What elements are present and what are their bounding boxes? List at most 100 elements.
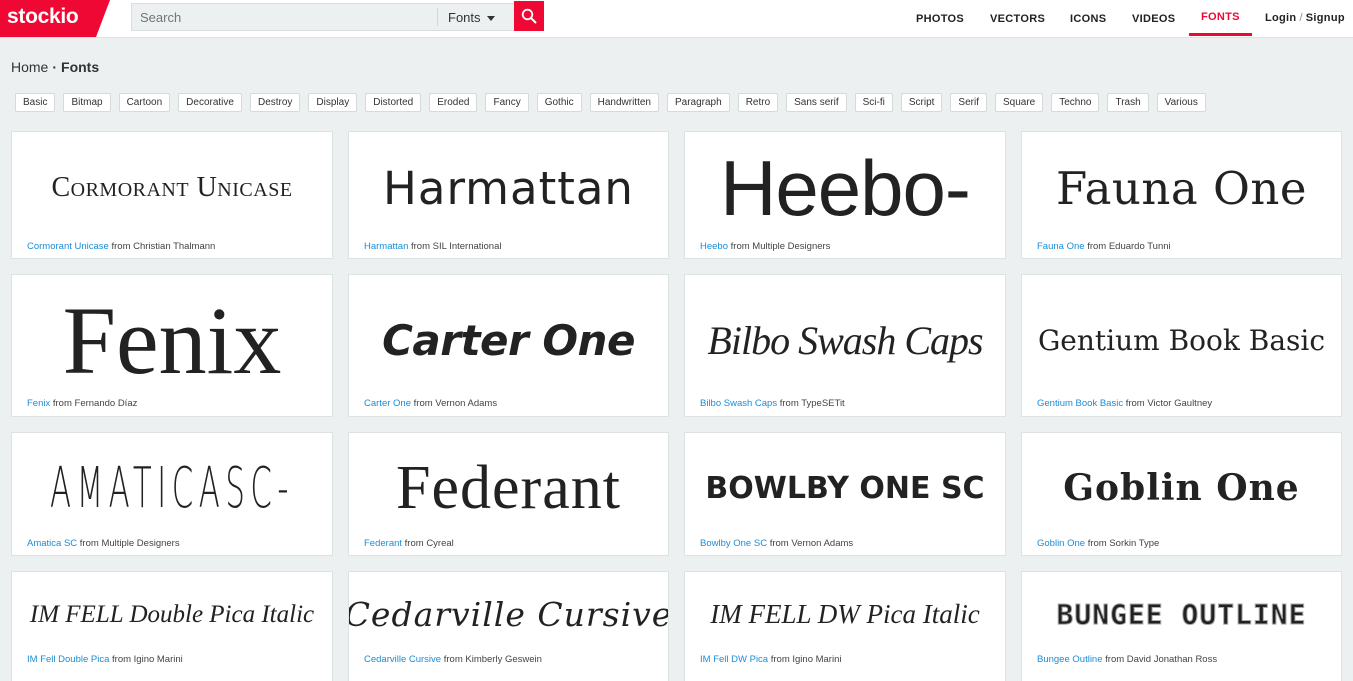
font-card-cedarville-cursive[interactable]: Cedarville Cursive Cedarville Cursive fr… [348, 571, 669, 681]
tag-techno[interactable]: Techno [1051, 93, 1100, 112]
font-card-harmattan[interactable]: Harmattan Harmattan from SIL Internation… [348, 131, 669, 259]
font-preview: BOWLBY ONE SC [705, 470, 985, 506]
font-name-link[interactable]: IM Fell DW Pica [700, 654, 768, 665]
font-preview: Fauna One [1055, 161, 1308, 215]
breadcrumb-home[interactable]: Home [11, 59, 48, 75]
font-author: Vernon Adams [435, 398, 498, 409]
font-author: TypeSETit [801, 398, 845, 409]
search-button[interactable] [514, 1, 544, 31]
tag-decorative[interactable]: Decorative [178, 93, 242, 112]
font-card-cormorant-unicase[interactable]: Cormorant Unicase Cormorant Unicase from… [11, 131, 333, 259]
font-from: from [769, 538, 789, 549]
font-caption: Bungee Outline from David Jonathan Ross [1037, 654, 1217, 665]
font-card-gentium-book-basic[interactable]: Gentium Book Basic Gentium Book Basic fr… [1021, 274, 1342, 417]
tag-basic[interactable]: Basic [15, 93, 56, 112]
font-name-link[interactable]: Bilbo Swash Caps [700, 398, 777, 409]
font-card-fauna-one[interactable]: Fauna One Fauna One from Eduardo Tunni [1021, 131, 1342, 259]
font-caption: Bilbo Swash Caps from TypeSETit [700, 398, 845, 409]
font-name-link[interactable]: Harmattan [364, 241, 408, 252]
nav-videos[interactable]: VIDEOS [1132, 0, 1175, 37]
font-card-bilbo-swash-caps[interactable]: Bilbo Swash Caps Bilbo Swash Caps from T… [684, 274, 1006, 417]
font-caption: Harmattan from SIL International [364, 241, 501, 252]
font-card-heebo[interactable]: Heebo- Heebo from Multiple Designers [684, 131, 1006, 259]
font-caption: Cormorant Unicase from Christian Thalman… [27, 241, 215, 252]
font-author: Multiple Designers [101, 538, 180, 549]
font-author: Igino Marini [133, 654, 183, 665]
tag-trash[interactable]: Trash [1107, 93, 1149, 112]
search-input[interactable] [132, 4, 437, 30]
tag-square[interactable]: Square [994, 93, 1044, 112]
tag-distorted[interactable]: Distorted [365, 93, 422, 112]
font-preview: Cedarville Cursive [348, 595, 669, 634]
font-name-link[interactable]: Cormorant Unicase [27, 241, 109, 252]
font-name-link[interactable]: Carter One [364, 398, 411, 409]
tag-bitmap[interactable]: Bitmap [63, 93, 111, 112]
font-preview: IM FELL DW Pica Italic [710, 599, 980, 629]
font-card-bowlby-one-sc[interactable]: BOWLBY ONE SC Bowlby One SC from Vernon … [684, 432, 1006, 556]
font-name-link[interactable]: Federant [364, 538, 402, 549]
font-author: Kimberly Geswein [465, 654, 542, 665]
font-preview: BUNGEE OUTLINE [1056, 598, 1307, 632]
font-name-link[interactable]: Goblin One [1037, 538, 1085, 549]
font-card-carter-one[interactable]: Carter One Carter One from Vernon Adams [348, 274, 669, 417]
nav-icons[interactable]: ICONS [1070, 0, 1106, 37]
font-author: Eduardo Tunni [1108, 241, 1171, 252]
font-from: from [52, 398, 72, 409]
tag-sans-serif[interactable]: Sans serif [786, 93, 847, 112]
font-card-amatica-sc[interactable]: AMATICASC- Amatica SC from Multiple Desi… [11, 432, 333, 556]
signup-link[interactable]: Signup [1306, 12, 1345, 24]
tag-retro[interactable]: Retro [737, 93, 779, 112]
top-bar: stockio Fonts PHOTOS VECTORS ICONS VIDEO… [0, 0, 1353, 38]
search-divider [437, 8, 438, 26]
font-preview: Gentium Book Basic [1037, 323, 1326, 357]
font-name-link[interactable]: Fauna One [1037, 241, 1085, 252]
font-card-im-fell-dw-pica[interactable]: IM FELL DW Pica Italic IM Fell DW Pica f… [684, 571, 1006, 681]
font-preview: Goblin One [1063, 467, 1300, 509]
font-card-federant[interactable]: Federant Federant from Cyreal [348, 432, 669, 556]
font-card-fenix[interactable]: Fenix Fenix from Fernando Díaz [11, 274, 333, 417]
font-name-link[interactable]: Fenix [27, 398, 50, 409]
tag-destroy[interactable]: Destroy [249, 93, 301, 112]
font-caption: IM Fell DW Pica from Igino Marini [700, 654, 841, 665]
breadcrumb: Home · Fonts [11, 59, 99, 75]
caret-down-icon[interactable] [487, 16, 495, 21]
font-author: SIL International [432, 241, 502, 252]
font-name-link[interactable]: Amatica SC [27, 538, 77, 549]
tag-gothic[interactable]: Gothic [536, 93, 582, 112]
tag-eroded[interactable]: Eroded [429, 93, 478, 112]
search-bar: Fonts [131, 3, 515, 31]
font-name-link[interactable]: Bowlby One SC [700, 538, 767, 549]
auth-separator: / [1299, 12, 1303, 24]
font-name-link[interactable]: Gentium Book Basic [1037, 398, 1123, 409]
tag-serif[interactable]: Serif [950, 93, 987, 112]
font-author: Cyreal [426, 538, 454, 549]
font-card-im-fell-double-pica[interactable]: IM FELL Double Pica Italic IM Fell Doubl… [11, 571, 333, 681]
tag-handwritten[interactable]: Handwritten [589, 93, 659, 112]
font-author: Christian Thalmann [133, 241, 216, 252]
tag-paragraph[interactable]: Paragraph [666, 93, 730, 112]
tag-cartoon[interactable]: Cartoon [118, 93, 171, 112]
nav-photos[interactable]: PHOTOS [916, 0, 964, 37]
tag-fancy[interactable]: Fancy [485, 93, 529, 112]
font-name-link[interactable]: Bungee Outline [1037, 654, 1103, 665]
nav-fonts[interactable]: FONTS [1189, 0, 1252, 36]
font-caption: Federant from Cyreal [364, 538, 454, 549]
nav-vectors[interactable]: VECTORS [990, 0, 1045, 37]
tag-display[interactable]: Display [308, 93, 358, 112]
login-link[interactable]: Login [1265, 12, 1296, 24]
tag-sci-fi[interactable]: Sci-fi [854, 93, 893, 112]
font-author: David Jonathan Ross [1126, 654, 1218, 665]
search-type-dropdown[interactable]: Fonts [448, 10, 481, 25]
font-caption: Gentium Book Basic from Victor Gaultney [1037, 398, 1212, 409]
font-name-link[interactable]: IM Fell Double Pica [27, 654, 109, 665]
font-author: Igino Marini [792, 654, 842, 665]
font-preview: IM FELL Double Pica Italic [29, 600, 315, 628]
logo[interactable]: stockio [0, 0, 110, 37]
font-name-link[interactable]: Cedarville Cursive [364, 654, 441, 665]
tag-various[interactable]: Various [1156, 93, 1206, 112]
font-card-goblin-one[interactable]: Goblin One Goblin One from Sorkin Type [1021, 432, 1342, 556]
tag-script[interactable]: Script [900, 93, 943, 112]
font-card-bungee-outline[interactable]: BUNGEE OUTLINE Bungee Outline from David… [1021, 571, 1342, 681]
font-preview: Carter One [382, 315, 635, 365]
font-name-link[interactable]: Heebo [700, 241, 728, 252]
